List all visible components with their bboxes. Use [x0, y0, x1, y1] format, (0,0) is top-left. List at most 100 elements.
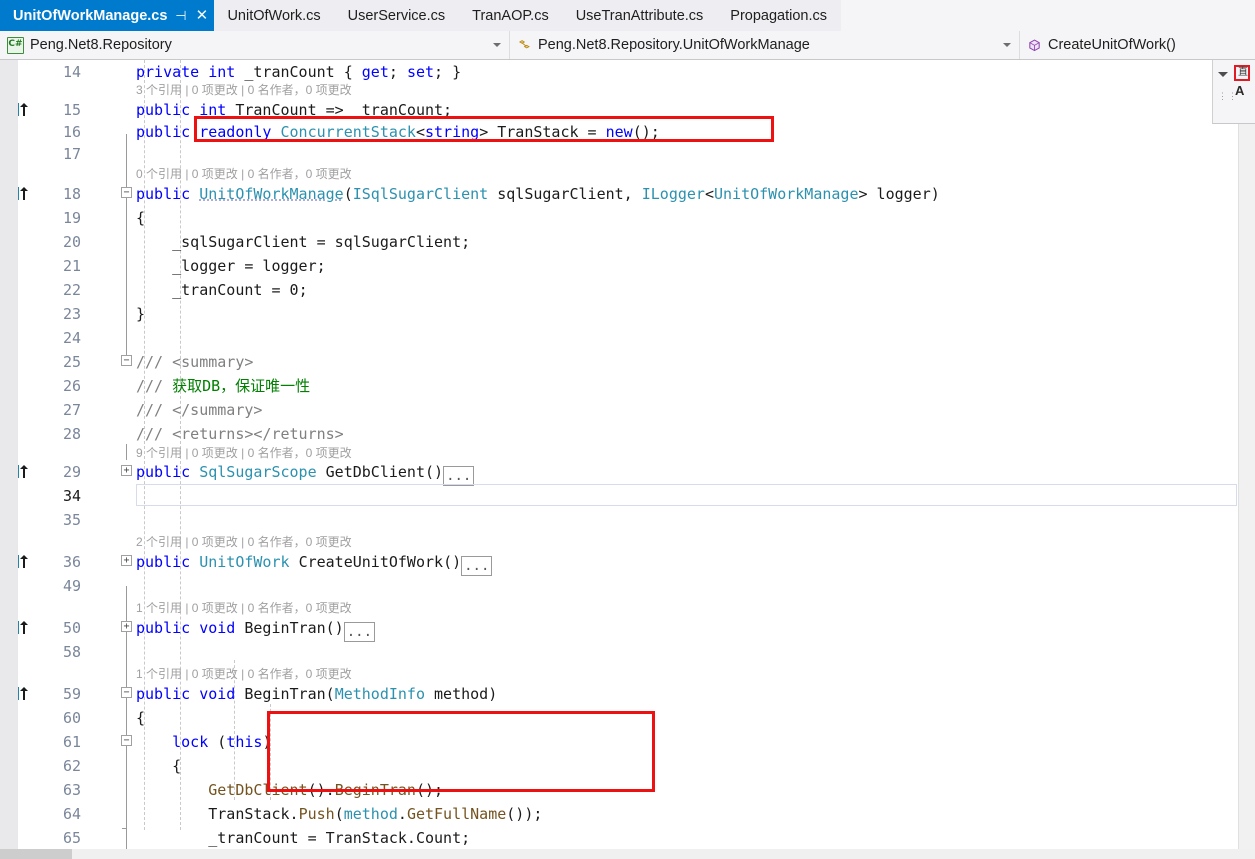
line-number: 49	[62, 577, 81, 595]
code-line-text: {	[136, 209, 146, 227]
code-line[interactable]: 27 /// </summary>	[18, 398, 1239, 422]
navbar-member-dropdown[interactable]: CreateUnitOfWork()	[1019, 31, 1255, 59]
close-tab-icon[interactable]: ✕	[194, 7, 209, 24]
box-glyph: 直	[1238, 67, 1248, 78]
tab-userservice[interactable]: UserService.cs	[334, 0, 460, 31]
code-line[interactable]: 17	[18, 142, 1239, 166]
code-line[interactable]: 61 − lock (this)	[18, 730, 1239, 754]
code-line-current[interactable]: 34	[18, 484, 1239, 508]
navbar-type-dropdown[interactable]: Peng.Net8.Repository.UnitOfWorkManage	[509, 31, 1019, 59]
code-line[interactable]: 58	[18, 640, 1239, 664]
collapsed-block-ellipsis[interactable]: ...	[443, 466, 475, 486]
fold-toggle[interactable]: +	[118, 460, 134, 484]
code-line-text: public UnitOfWorkManage(ISqlSugarClient …	[136, 185, 940, 203]
code-line[interactable]: 21 _logger = logger;	[18, 254, 1239, 278]
code-editor[interactable]: 直 A ⋮⋮ 14 private int _tranCount { get; …	[0, 60, 1255, 859]
code-line[interactable]: 22 _tranCount = 0;	[18, 278, 1239, 302]
code-line-text: public int TranCount => _tranCount;	[136, 101, 453, 119]
tab-tranaop[interactable]: TranAOP.cs	[459, 0, 563, 31]
code-line-text: public void BeginTran(MethodInfo method)	[136, 685, 498, 703]
codelens-references[interactable]: 2 个引用 | 0 项更改 | 0 名作者，0 项更改	[136, 532, 352, 552]
code-line[interactable]: 50 + public void BeginTran()...	[18, 616, 1239, 642]
tab-strip-filler	[841, 0, 1255, 31]
current-line-highlight	[136, 484, 1237, 506]
code-line[interactable]: 63 GetDbClient().BeginTran();	[18, 778, 1239, 802]
collapsed-block-ellipsis[interactable]: ...	[461, 556, 493, 576]
line-number: 23	[62, 305, 81, 323]
line-number: 21	[62, 257, 81, 275]
code-line[interactable]: 16 public readonly ConcurrentStack<strin…	[18, 120, 1239, 144]
codelens-row[interactable]: 0 个引用 | 0 项更改 | 0 名作者，0 项更改	[18, 164, 1239, 184]
code-line[interactable]: 18 − public UnitOfWorkManage(ISqlSugarCl…	[18, 182, 1239, 206]
code-line[interactable]: 64 TranStack.Push(method.GetFullName());	[18, 802, 1239, 826]
line-number: 29	[62, 463, 81, 481]
method-icon	[1027, 38, 1042, 53]
code-line[interactable]: 35	[18, 508, 1239, 532]
fold-toggle[interactable]: −	[118, 350, 134, 374]
fold-toggle[interactable]: +	[118, 550, 134, 574]
navbar-member-label: CreateUnitOfWork()	[1048, 37, 1176, 53]
code-line[interactable]: 15 public int TranCount => _tranCount;	[18, 98, 1239, 122]
navbar-project-dropdown[interactable]: C# Peng.Net8.Repository	[0, 31, 509, 59]
line-number: 19	[62, 209, 81, 227]
indicator-margin[interactable]	[0, 60, 18, 859]
code-line-text: {	[136, 757, 182, 775]
code-line-text: _tranCount = 0;	[136, 281, 308, 299]
codelens-row[interactable]: 1 个引用 | 0 项更改 | 0 名作者，0 项更改	[18, 598, 1239, 618]
horizontal-scrollbar[interactable]	[0, 849, 1255, 859]
code-line-text: public readonly ConcurrentStack<string> …	[136, 123, 660, 141]
code-line[interactable]: 19 {	[18, 206, 1239, 230]
code-line-text: _sqlSugarClient = sqlSugarClient;	[136, 233, 471, 251]
fold-toggle[interactable]: −	[118, 682, 134, 706]
horizontal-scrollbar-thumb[interactable]	[0, 849, 72, 859]
code-line[interactable]: 29 + public SqlSugarScope GetDbClient().…	[18, 460, 1239, 486]
tab-unitofworkmanage[interactable]: UnitOfWorkManage.cs ⊣ ✕	[0, 0, 215, 31]
line-number: 63	[62, 781, 81, 799]
code-line[interactable]: 23 }	[18, 302, 1239, 326]
code-line[interactable]: 25 − /// <summary>	[18, 350, 1239, 374]
tab-propagation[interactable]: Propagation.cs	[717, 0, 842, 31]
collapsed-block-ellipsis[interactable]: ...	[343, 622, 376, 642]
code-line[interactable]: 49	[18, 574, 1239, 598]
code-line-text: /// <summary>	[136, 353, 254, 371]
pin-tab-icon[interactable]: ⊣	[173, 8, 188, 24]
code-line[interactable]: 24	[18, 326, 1239, 350]
codelens-row[interactable]: 3 个引用 | 0 项更改 | 0 名作者，0 项更改	[18, 80, 1239, 100]
code-line[interactable]: 59 − public void BeginTran(MethodInfo me…	[18, 682, 1239, 706]
codelens-references[interactable]: 0 个引用 | 0 项更改 | 0 名作者，0 项更改	[136, 164, 352, 184]
line-number: 64	[62, 805, 81, 823]
code-surface[interactable]: 14 private int _tranCount { get; set; } …	[18, 60, 1239, 859]
code-line[interactable]: 36 + public UnitOfWork CreateUnitOfWork(…	[18, 550, 1239, 576]
codelens-row[interactable]: 2 个引用 | 0 项更改 | 0 名作者，0 项更改	[18, 532, 1239, 552]
line-number: 27	[62, 401, 81, 419]
codelens-row[interactable]: 1 个引用 | 0 项更改 | 0 名作者，0 项更改	[18, 664, 1239, 684]
code-line[interactable]: 60 {	[18, 706, 1239, 730]
code-line-text: _logger = logger;	[136, 257, 326, 275]
code-line-text: public void BeginTran()...	[136, 616, 376, 642]
codelens-references[interactable]: 1 个引用 | 0 项更改 | 0 名作者，0 项更改	[136, 598, 352, 618]
line-number: 59	[62, 685, 81, 703]
code-line[interactable]: 62 {	[18, 754, 1239, 778]
codelens-references[interactable]: 3 个引用 | 0 项更改 | 0 名作者，0 项更改	[136, 80, 352, 100]
fold-toggle[interactable]: +	[118, 616, 134, 640]
fold-toggle[interactable]: −	[118, 182, 134, 206]
tab-unitofwork[interactable]: UnitOfWork.cs	[214, 0, 335, 31]
code-line[interactable]: 65 _tranCount = TranStack.Count;	[18, 826, 1239, 850]
code-line[interactable]: 26 /// 获取DB，保证唯一性	[18, 374, 1239, 398]
fold-toggle[interactable]: −	[118, 730, 134, 754]
class-icon	[517, 38, 532, 53]
code-line-text: /// 获取DB，保证唯一性	[136, 377, 311, 395]
chevron-down-icon[interactable]	[1003, 43, 1011, 47]
line-number-current: 34	[62, 487, 81, 505]
line-number: 35	[62, 511, 81, 529]
tab-usetranattribute[interactable]: UseTranAttribute.cs	[562, 0, 718, 31]
code-line-text: _tranCount = TranStack.Count;	[136, 829, 471, 847]
line-number: 22	[62, 281, 81, 299]
codelens-references[interactable]: 1 个引用 | 0 项更改 | 0 名作者，0 项更改	[136, 664, 352, 684]
vertical-scrollbar[interactable]	[1238, 60, 1255, 859]
chevron-down-icon[interactable]	[493, 43, 501, 47]
navbar-type-label: Peng.Net8.Repository.UnitOfWorkManage	[538, 37, 810, 53]
line-number: 17	[62, 145, 81, 163]
tab-label: UnitOfWork.cs	[227, 7, 321, 24]
code-line[interactable]: 20 _sqlSugarClient = sqlSugarClient;	[18, 230, 1239, 254]
